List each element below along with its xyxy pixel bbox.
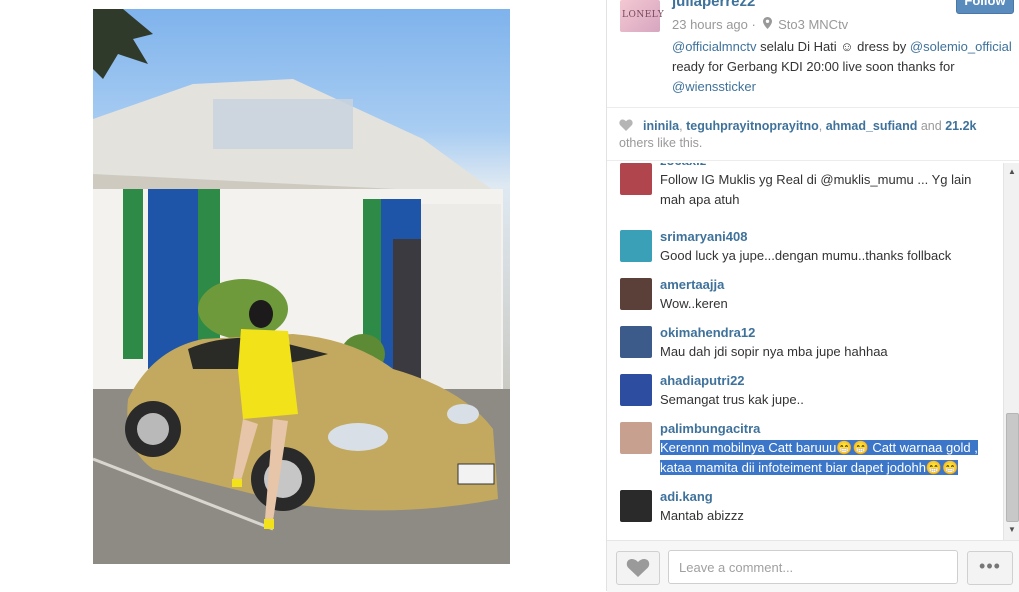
post-photo[interactable] [93, 9, 510, 564]
comment-body: Semangat trus kak jupe.. [660, 392, 804, 407]
selected-text: Kerennn mobilnya Catt baruuu😁😁 Catt warn… [660, 440, 978, 475]
comment-text: Wow..keren [660, 294, 998, 314]
comment-text: Semangat trus kak jupe.. [660, 390, 998, 410]
comment-text: Mantab abizzz [660, 506, 998, 526]
liker-link[interactable]: ininila [643, 119, 679, 133]
comment-text: Good luck ya jupe...dengan mumu..thanks … [660, 246, 998, 266]
comments-scrollbar[interactable]: ▲ ▼ [1003, 163, 1019, 540]
location-pin-icon [763, 17, 773, 29]
post-time[interactable]: 23 hours ago [672, 17, 748, 32]
comment-bar: ••• [607, 540, 1019, 592]
liker-link[interactable]: teguhprayitnoprayitno [686, 119, 819, 133]
comment-username[interactable]: palimbungacitra [660, 421, 760, 436]
comment-username[interactable]: okimahendra12 [660, 325, 755, 340]
caption-text: ready for Gerbang KDI 20:00 live soon th… [672, 59, 955, 74]
comment-avatar[interactable] [620, 490, 652, 522]
caption-text: selalu Di Hati ☺ dress by [756, 39, 910, 54]
comments-list[interactable]: zoeaxiz Follow IG Muklis yg Real di @muk… [607, 163, 1004, 540]
comment-body: Mantab abizzz [660, 508, 744, 523]
liker-link[interactable]: ahmad_sufiand [826, 119, 918, 133]
comment-body: Wow..keren [660, 296, 728, 311]
comment-avatar[interactable] [620, 422, 652, 454]
heart-icon [626, 558, 650, 577]
like-button[interactable] [616, 551, 660, 585]
comment-body: Follow IG Muklis yg Real di @muklis_mumu… [660, 172, 972, 207]
comment-body: Good luck ya jupe...dengan mumu..thanks … [660, 248, 952, 263]
post-caption: @officialmnctv selalu Di Hati ☺ dress by… [672, 37, 1012, 97]
post-sidebar: LONELY juliaperrez2 Follow 23 hours ago … [606, 0, 1019, 592]
scroll-down-arrow-icon[interactable]: ▼ [1007, 525, 1017, 535]
comment-avatar[interactable] [620, 326, 652, 358]
scrollbar-thumb[interactable] [1006, 413, 1019, 522]
avatar-text: LONELY [622, 10, 665, 20]
comment-body: Mau dah jdi sopir nya mba jupe hahhaa [660, 344, 888, 359]
divider [607, 160, 1019, 161]
comment-avatar[interactable] [620, 278, 652, 310]
post-header: LONELY juliaperrez2 Follow 23 hours ago … [607, 0, 1019, 104]
comment-text: Follow IG Muklis yg Real di @muklis_mumu… [660, 170, 998, 210]
scroll-up-arrow-icon[interactable]: ▲ [1007, 167, 1017, 177]
photo-panel [0, 0, 606, 591]
comment-username[interactable]: amertaajja [660, 277, 724, 292]
likes-suffix: others like this. [619, 136, 703, 150]
likes-summary: ininila, teguhprayitnoprayitno, ahmad_su… [619, 119, 977, 150]
post-photo-image [93, 9, 510, 564]
comment-avatar[interactable] [620, 374, 652, 406]
post-location[interactable]: Sto3 MNCtv [778, 17, 848, 32]
likes-and: and [920, 119, 942, 133]
follow-button[interactable]: Follow [956, 0, 1014, 14]
comment-username[interactable]: srimaryani408 [660, 229, 747, 244]
comment-username[interactable]: ahadiaputri22 [660, 373, 745, 388]
post-username[interactable]: juliaperrez2 [672, 0, 755, 10]
comment-username[interactable]: adi.kang [660, 489, 713, 504]
comment-text: Mau dah jdi sopir nya mba jupe hahhaa [660, 342, 998, 362]
divider [607, 107, 1019, 108]
mention-link[interactable]: @officialmnctv [672, 39, 756, 54]
avatar[interactable]: LONELY [620, 0, 664, 32]
mention-link[interactable]: @solemio_official [910, 39, 1012, 54]
comment-input[interactable] [668, 550, 958, 584]
comment-text: Kerennn mobilnya Catt baruuu😁😁 Catt warn… [660, 438, 998, 478]
comment-avatar[interactable] [620, 230, 652, 262]
mention-link[interactable]: @wienssticker [672, 79, 756, 94]
comment-avatar[interactable] [620, 163, 652, 195]
heart-icon [619, 119, 633, 131]
comment-username[interactable]: zoeaxiz [660, 163, 706, 168]
post-meta: 23 hours ago · Sto3 MNCtv [672, 17, 849, 32]
likes-count[interactable]: 21.2k [945, 119, 976, 133]
more-options-button[interactable]: ••• [967, 551, 1013, 585]
